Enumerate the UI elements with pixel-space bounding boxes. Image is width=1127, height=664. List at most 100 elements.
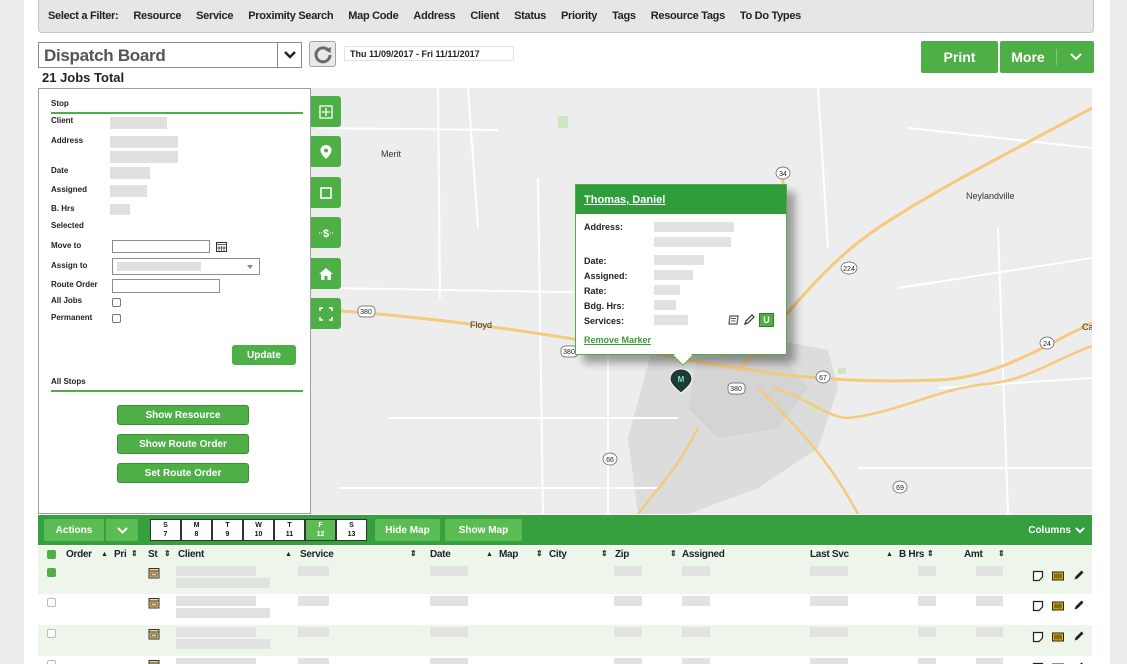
sort-icon[interactable]: ⇕ xyxy=(927,549,934,558)
sort-icon[interactable]: ⇕ xyxy=(601,549,608,558)
col-st[interactable]: St xyxy=(148,549,158,560)
chevron-down-icon[interactable] xyxy=(1057,53,1094,61)
day-thu[interactable]: T 11 xyxy=(274,519,305,541)
col-city[interactable]: City xyxy=(549,549,567,560)
day-fri[interactable]: F 12 xyxy=(305,519,336,541)
sort-asc-icon[interactable]: ▲ xyxy=(285,551,292,558)
calendar-icon[interactable] xyxy=(148,597,160,609)
print-button[interactable]: Print xyxy=(921,41,998,73)
filter-address[interactable]: Address xyxy=(413,10,455,22)
notes-icon[interactable] xyxy=(728,314,740,326)
sort-icon[interactable]: ⇕ xyxy=(998,549,1005,558)
col-last-svc[interactable]: Last Svc xyxy=(810,549,849,560)
show-map-button[interactable]: Show Map xyxy=(445,519,522,541)
note-icon[interactable] xyxy=(1032,631,1044,643)
pin-tool-button[interactable] xyxy=(311,136,341,167)
col-date[interactable]: Date xyxy=(430,549,451,560)
calendar-icon[interactable] xyxy=(148,628,160,640)
board-name: Dispatch Board xyxy=(44,46,166,65)
pencil-icon[interactable] xyxy=(1073,630,1085,642)
table-row[interactable] xyxy=(38,656,1092,664)
sort-icon[interactable]: ⇕ xyxy=(670,549,677,558)
day-wed[interactable]: W 10 xyxy=(243,519,274,541)
row-checkbox[interactable] xyxy=(47,660,56,664)
col-amt[interactable]: Amt xyxy=(964,549,983,560)
date-range-field[interactable]: Thu 11/09/2017 - Fri 11/11/2017 xyxy=(344,46,514,61)
barcode-icon[interactable] xyxy=(1052,631,1064,643)
calendar-icon[interactable] xyxy=(148,659,160,664)
more-button[interactable]: More xyxy=(1000,41,1094,73)
filter-tags[interactable]: Tags xyxy=(612,10,636,22)
col-map[interactable]: Map xyxy=(499,549,518,560)
col-order[interactable]: Order xyxy=(66,549,92,560)
hide-map-button[interactable]: Hide Map xyxy=(375,519,440,541)
barcode-icon[interactable] xyxy=(1052,600,1064,612)
filter-priority[interactable]: Priority xyxy=(561,10,597,22)
filter-proximity-search[interactable]: Proximity Search xyxy=(248,10,333,22)
filter-resource[interactable]: Resource xyxy=(133,10,181,22)
day-mon[interactable]: M8 xyxy=(181,519,212,541)
filter-to-do-types[interactable]: To Do Types xyxy=(740,10,801,22)
all-jobs-checkbox[interactable] xyxy=(112,298,121,307)
move-to-date-input[interactable] xyxy=(112,240,210,253)
sort-asc-icon[interactable]: ▲ xyxy=(101,551,108,558)
sort-icon[interactable]: ⇕ xyxy=(164,549,171,558)
route-order-input[interactable] xyxy=(112,279,220,293)
update-button[interactable]: Update xyxy=(232,345,296,365)
remove-marker-link[interactable]: Remove Marker xyxy=(584,335,651,345)
col-service[interactable]: Service xyxy=(300,549,334,560)
assign-to-select[interactable] xyxy=(112,258,260,275)
day-sat[interactable]: S 13 xyxy=(336,519,367,541)
filter-service[interactable]: Service xyxy=(196,10,233,22)
filter-client[interactable]: Client xyxy=(470,10,499,22)
sort-icon[interactable]: ⇕ xyxy=(536,549,543,558)
table-row[interactable] xyxy=(38,625,1092,656)
u-badge-button[interactable]: U xyxy=(759,313,774,327)
columns-button[interactable]: Columns xyxy=(1028,525,1085,536)
sort-icon[interactable]: ⇕ xyxy=(131,549,138,558)
sort-icon[interactable]: ⇕ xyxy=(410,549,417,558)
refresh-button[interactable] xyxy=(309,41,336,67)
barcode-icon[interactable] xyxy=(1052,570,1064,582)
col-assigned[interactable]: Assigned xyxy=(682,549,725,560)
filter-map-code[interactable]: Map Code xyxy=(348,10,398,22)
table-row[interactable] xyxy=(38,594,1092,625)
select-all-checkbox[interactable] xyxy=(47,550,56,559)
day-sun[interactable]: S7 xyxy=(150,519,181,541)
set-route-order-button[interactable]: Set Route Order xyxy=(117,463,249,483)
actions-dropdown[interactable] xyxy=(106,519,138,541)
row-checkbox[interactable] xyxy=(47,568,56,577)
filter-resource-tags[interactable]: Resource Tags xyxy=(651,10,725,22)
col-client[interactable]: Client xyxy=(178,549,204,560)
calendar-icon[interactable] xyxy=(216,241,227,252)
col-zip[interactable]: Zip xyxy=(615,549,629,560)
actions-button[interactable]: Actions xyxy=(44,519,104,541)
sort-asc-icon[interactable]: ▲ xyxy=(886,551,893,558)
fullscreen-tool-button[interactable] xyxy=(311,298,341,329)
row-checkbox[interactable] xyxy=(47,629,56,638)
home-tool-button[interactable] xyxy=(311,258,341,289)
popup-client-link[interactable]: Thomas, Daniel xyxy=(576,185,786,214)
pencil-icon[interactable] xyxy=(1073,569,1085,581)
chevron-down-icon[interactable] xyxy=(277,43,301,67)
note-icon[interactable] xyxy=(1032,570,1044,582)
pencil-icon[interactable] xyxy=(1073,599,1085,611)
calendar-icon[interactable] xyxy=(148,567,160,579)
note-icon[interactable] xyxy=(1032,600,1044,612)
show-resource-button[interactable]: Show Resource xyxy=(117,405,249,425)
more-label[interactable]: More xyxy=(1000,49,1057,65)
row-checkbox[interactable] xyxy=(47,598,56,607)
sort-asc-icon[interactable]: ▲ xyxy=(486,551,493,558)
show-route-order-button[interactable]: Show Route Order xyxy=(117,434,249,454)
col-pri[interactable]: Pri xyxy=(114,549,127,560)
day-tue[interactable]: T9 xyxy=(212,519,243,541)
pencil-icon[interactable] xyxy=(743,314,755,326)
board-select[interactable]: Dispatch Board xyxy=(38,42,302,68)
filter-status[interactable]: Status xyxy=(514,10,546,22)
select-tool-button[interactable] xyxy=(311,177,341,208)
rate-tool-button[interactable]: $ xyxy=(311,217,341,248)
move-tool-button[interactable] xyxy=(311,96,341,127)
table-row[interactable] xyxy=(38,564,1092,595)
permanent-checkbox[interactable] xyxy=(112,314,121,323)
col-bhrs[interactable]: B Hrs xyxy=(899,549,924,560)
